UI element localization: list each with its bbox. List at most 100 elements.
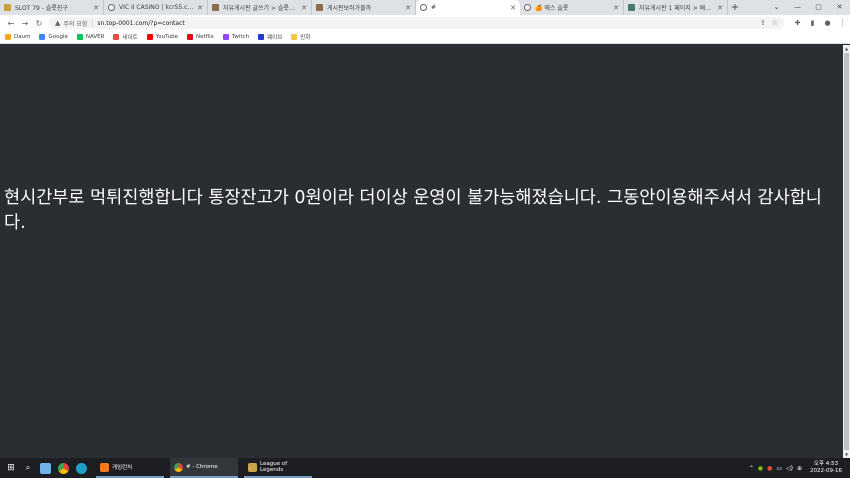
tab-favicon-icon (212, 4, 219, 11)
tab-free-board-page[interactable]: 자유게시판 1 페이지 > 배팅의 ✕ (624, 0, 728, 15)
tab-close-icon[interactable]: ✕ (93, 4, 99, 12)
network-icon[interactable]: ▭ (776, 465, 782, 472)
scroll-down-arrow-icon[interactable]: ▼ (843, 452, 850, 457)
volume-icon[interactable]: ◁) (786, 465, 793, 472)
forward-arrow-icon[interactable]: → (18, 19, 32, 28)
clock-date: 2022-09-16 (810, 468, 842, 474)
tab-close-icon[interactable]: ✕ (613, 4, 619, 12)
bookmark-nate[interactable]: 네이트 (113, 33, 138, 41)
share-icon[interactable]: ⇪ (760, 19, 766, 27)
bookmark-twitch[interactable]: Twitch (222, 34, 250, 40)
side-panel-icon[interactable]: ▮ (805, 19, 820, 27)
taskbar-app-league[interactable]: League of Legends (244, 458, 312, 478)
folder-icon (291, 34, 298, 40)
bookmark-folder-manhwa[interactable]: 만화 (291, 33, 310, 41)
bookmark-star-icon[interactable]: ☆ (772, 19, 778, 27)
bookmark-label: 웨이브 (267, 35, 283, 41)
taskbar-app-game-launcher[interactable]: 게임런처 (96, 458, 164, 478)
globe-icon (108, 4, 115, 11)
tab-close-icon[interactable]: ✕ (405, 4, 411, 12)
bookmark-naver[interactable]: NAVER (76, 34, 105, 40)
bookmark-wavve[interactable]: 웨이브 (258, 33, 282, 41)
naver-icon (76, 34, 83, 40)
clock-time: 오후 4:53 (813, 461, 839, 467)
tab-title: 🍊 에스 슬롯 (535, 5, 569, 12)
taskbar-app-chrome[interactable]: # - Chrome (170, 458, 238, 478)
taskbar-app-label: 게임런처 (112, 465, 133, 471)
minimize-button[interactable]: — (787, 0, 808, 15)
tab-s-slot[interactable]: 🍊 에스 슬롯 ✕ (520, 0, 624, 15)
maximize-button[interactable]: ▢ (808, 0, 829, 15)
taskbar-app-label: League of Legends (260, 461, 288, 473)
bookmark-label: Twitch (231, 34, 250, 40)
language-icon[interactable]: ⊕ (797, 465, 802, 472)
tab-close-icon[interactable]: ✕ (301, 4, 307, 12)
tab-strip: SLOT 79 - 슬롯친구 ✕ VIC II CASINO | kcr55.c… (0, 0, 850, 15)
url-text[interactable]: sn.top-0001.com/?p=contact (97, 20, 753, 27)
system-tray: ⌃ ● ● ▭ ◁) ⊕ 오후 4:53 2022-09-16 (747, 458, 850, 478)
back-arrow-icon[interactable]: ← (4, 19, 18, 28)
taskbar-app-label: # - Chrome (186, 464, 218, 470)
reload-icon[interactable]: ↻ (32, 19, 46, 28)
menu-kebab-icon[interactable]: ⋮ (835, 19, 850, 27)
daum-icon (5, 34, 11, 40)
tab-search-icon[interactable]: ⌄ (766, 0, 787, 15)
tab-title: 자유게시판 1 페이지 > 배팅의 (639, 5, 716, 12)
bookmark-label: 만화 (300, 35, 311, 41)
bookmark-label: Netflix (196, 34, 214, 40)
bookmark-label: Daum (14, 34, 31, 40)
taskbar-clock[interactable]: 오후 4:53 2022-09-16 (810, 461, 842, 475)
youtube-icon (146, 34, 153, 40)
app-tray-icon[interactable]: ● (767, 465, 772, 472)
bookmark-label: YouTube (155, 34, 179, 40)
tab-free-board-write[interactable]: 자유게시판 글쓰기 > 슬롯나라 ✕ (208, 0, 312, 15)
tab-slot79[interactable]: SLOT 79 - 슬롯친구 ✕ (0, 0, 104, 15)
close-window-button[interactable]: ✕ (829, 0, 850, 15)
page-content (0, 45, 843, 458)
nvidia-icon[interactable]: ● (758, 465, 763, 472)
globe-icon (524, 4, 531, 11)
tab-title: # (431, 4, 437, 11)
tab-vic-casino[interactable]: VIC II CASINO | kcr55.com ✕ (104, 0, 208, 15)
warning-triangle-icon[interactable]: ▲ (55, 19, 60, 27)
page-scrollbar[interactable]: ▲ ▼ (843, 45, 850, 458)
bookmark-label: Google (48, 34, 68, 40)
profile-avatar-icon[interactable]: ● (820, 19, 835, 27)
search-icon[interactable]: ⌕ (20, 463, 36, 473)
show-hidden-icons-icon[interactable]: ⌃ (749, 465, 754, 472)
task-view-icon[interactable] (36, 458, 54, 478)
bookmark-netflix[interactable]: Netflix (187, 34, 214, 40)
exit-scam-notice: 현시간부로 먹튀진행합니다 통장잔고가 0원이라 더이상 운영이 불가능해졌습니… (4, 188, 822, 233)
tab-title: 자유게시판 글쓰기 > 슬롯나라 (223, 5, 300, 12)
twitch-icon (222, 34, 229, 40)
tab-board[interactable]: 게시판보러가볼까 ✕ (312, 0, 416, 15)
bookmark-label: NAVER (85, 34, 105, 40)
browser-toolbar: ← → ↻ ▲ 주의 요함 | sn.top-0001.com/?p=conta… (0, 15, 850, 31)
tab-active-contact[interactable]: # ✕ (416, 0, 520, 15)
tab-close-icon[interactable]: ✕ (717, 4, 723, 12)
bookmark-google[interactable]: Google (39, 34, 68, 40)
windows-taskbar: ⊞ ⌕ 게임런처 # - Chrome League of Legends ⌃ … (0, 458, 850, 478)
tab-title: VIC II CASINO | kcr55.com (119, 4, 196, 11)
scroll-up-arrow-icon[interactable]: ▲ (843, 46, 850, 51)
new-tab-button[interactable]: + (728, 0, 742, 15)
window-controls: ⌄ — ▢ ✕ (766, 0, 850, 15)
bookmarks-bar: Daum Google NAVER 네이트 YouTube Netflix Tw… (0, 31, 850, 44)
bookmark-youtube[interactable]: YouTube (146, 34, 179, 40)
windows-start-icon[interactable]: ⊞ (2, 463, 20, 473)
address-bar[interactable]: ▲ 주의 요함 | sn.top-0001.com/?p=contact ⇪ ☆ (49, 17, 784, 29)
tab-close-icon[interactable]: ✕ (197, 4, 203, 12)
chrome-icon[interactable] (54, 458, 72, 478)
netflix-icon (187, 34, 194, 40)
edge-icon[interactable] (72, 458, 90, 478)
tab-favicon-icon (316, 4, 323, 11)
bookmark-daum[interactable]: Daum (5, 34, 30, 40)
tab-close-icon[interactable]: ✕ (510, 4, 516, 12)
tab-title: SLOT 79 - 슬롯친구 (15, 5, 68, 12)
extensions-puzzle-icon[interactable]: ✚ (790, 19, 805, 27)
tab-favicon-icon (4, 4, 11, 11)
tab-favicon-icon (628, 4, 635, 11)
game-launcher-icon (100, 462, 109, 472)
scrollbar-thumb[interactable] (844, 53, 849, 450)
security-status[interactable]: 주의 요함 (63, 19, 87, 28)
